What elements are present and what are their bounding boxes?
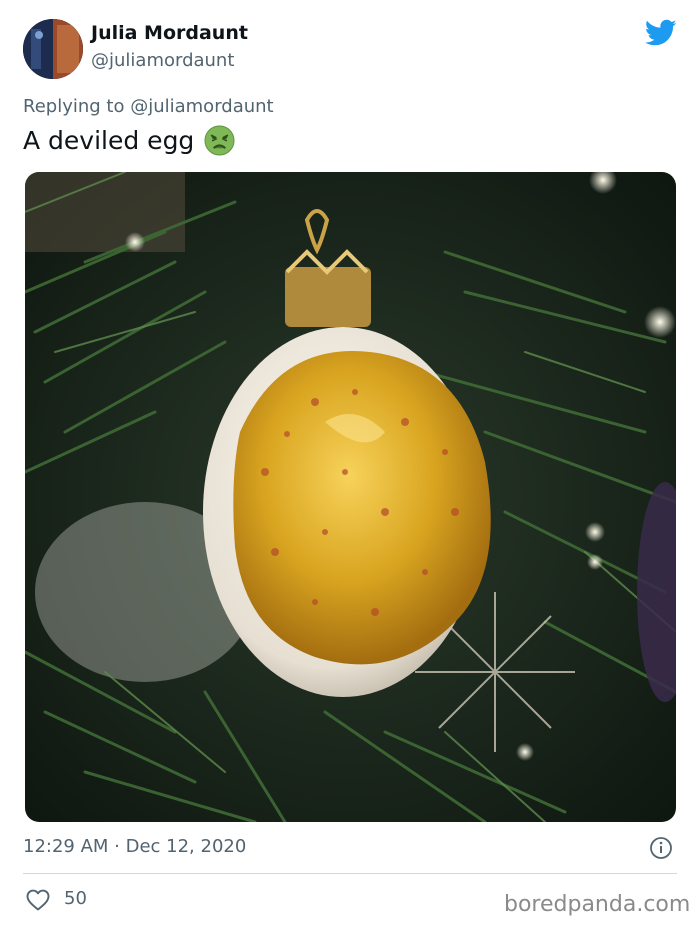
heart-icon[interactable]: [26, 889, 50, 911]
tweet-photo[interactable]: [25, 172, 676, 822]
deviled-egg-ornament-photo: [25, 172, 676, 822]
reply-context: Replying to @juliamordaunt: [23, 96, 274, 117]
divider: [23, 873, 677, 874]
nauseated-face-emoji-icon: [204, 125, 235, 156]
info-icon[interactable]: [649, 836, 673, 860]
avatar[interactable]: [23, 19, 83, 79]
like-count: 50: [64, 888, 87, 909]
tweet-timestamp[interactable]: 12:29 AM · Dec 12, 2020: [23, 836, 246, 857]
tweet-body: A deviled egg: [23, 126, 195, 155]
reply-prefix: Replying to: [23, 96, 131, 117]
reply-mention-link[interactable]: @juliamordaunt: [130, 96, 273, 117]
tweet-text: A deviled egg: [23, 125, 235, 156]
display-name[interactable]: Julia Mordaunt: [91, 22, 248, 44]
username-handle[interactable]: @juliamordaunt: [91, 50, 234, 71]
tweet-card: Julia Mordaunt @juliamordaunt Replying t…: [0, 0, 700, 927]
twitter-bird-icon[interactable]: [645, 19, 677, 47]
watermark: boredpanda.com: [504, 892, 691, 917]
